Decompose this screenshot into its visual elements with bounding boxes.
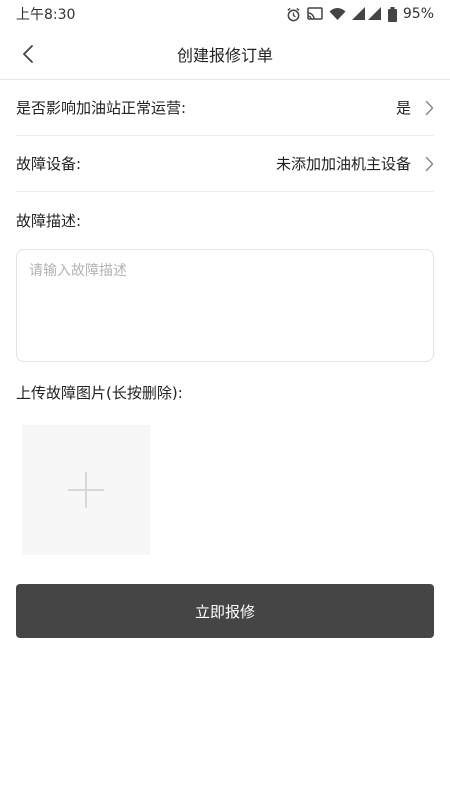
device-selector[interactable]: 未添加加油机主设备	[276, 153, 434, 174]
chevron-right-icon	[425, 100, 434, 115]
cast-icon	[307, 7, 323, 20]
plus-icon	[68, 472, 104, 508]
device-label: 故障设备:	[16, 155, 82, 173]
upload-label: 上传故障图片(长按删除):	[16, 384, 183, 402]
submit-repair-button[interactable]: 立即报修	[16, 584, 434, 638]
affect-operation-label: 是否影响加油站正常运营:	[16, 99, 187, 117]
page-title: 创建报修订单	[176, 45, 273, 65]
wifi-icon	[329, 8, 346, 20]
affect-operation-selector[interactable]: 是	[396, 97, 434, 118]
status-bar: 上午8:30 95%	[0, 0, 450, 28]
nav-bar: 创建报修订单	[0, 28, 450, 80]
description-input[interactable]	[16, 249, 434, 362]
chevron-right-icon	[425, 156, 434, 171]
status-time: 上午8:30	[16, 7, 76, 23]
device-value: 未添加加油机主设备	[275, 155, 411, 173]
back-button[interactable]	[14, 40, 42, 68]
battery-icon	[387, 6, 397, 22]
description-label: 故障描述:	[16, 212, 82, 230]
status-icons: 95%	[286, 6, 434, 22]
device-row[interactable]: 故障设备: 未添加加油机主设备	[16, 136, 434, 192]
battery-percent: 95%	[402, 6, 434, 22]
affect-operation-row[interactable]: 是否影响加油站正常运营: 是	[16, 80, 434, 136]
upload-image-button[interactable]	[22, 425, 150, 555]
signal-icon	[351, 7, 381, 20]
chevron-left-icon	[23, 45, 33, 63]
affect-operation-value: 是	[395, 99, 411, 117]
alarm-icon	[287, 7, 300, 21]
